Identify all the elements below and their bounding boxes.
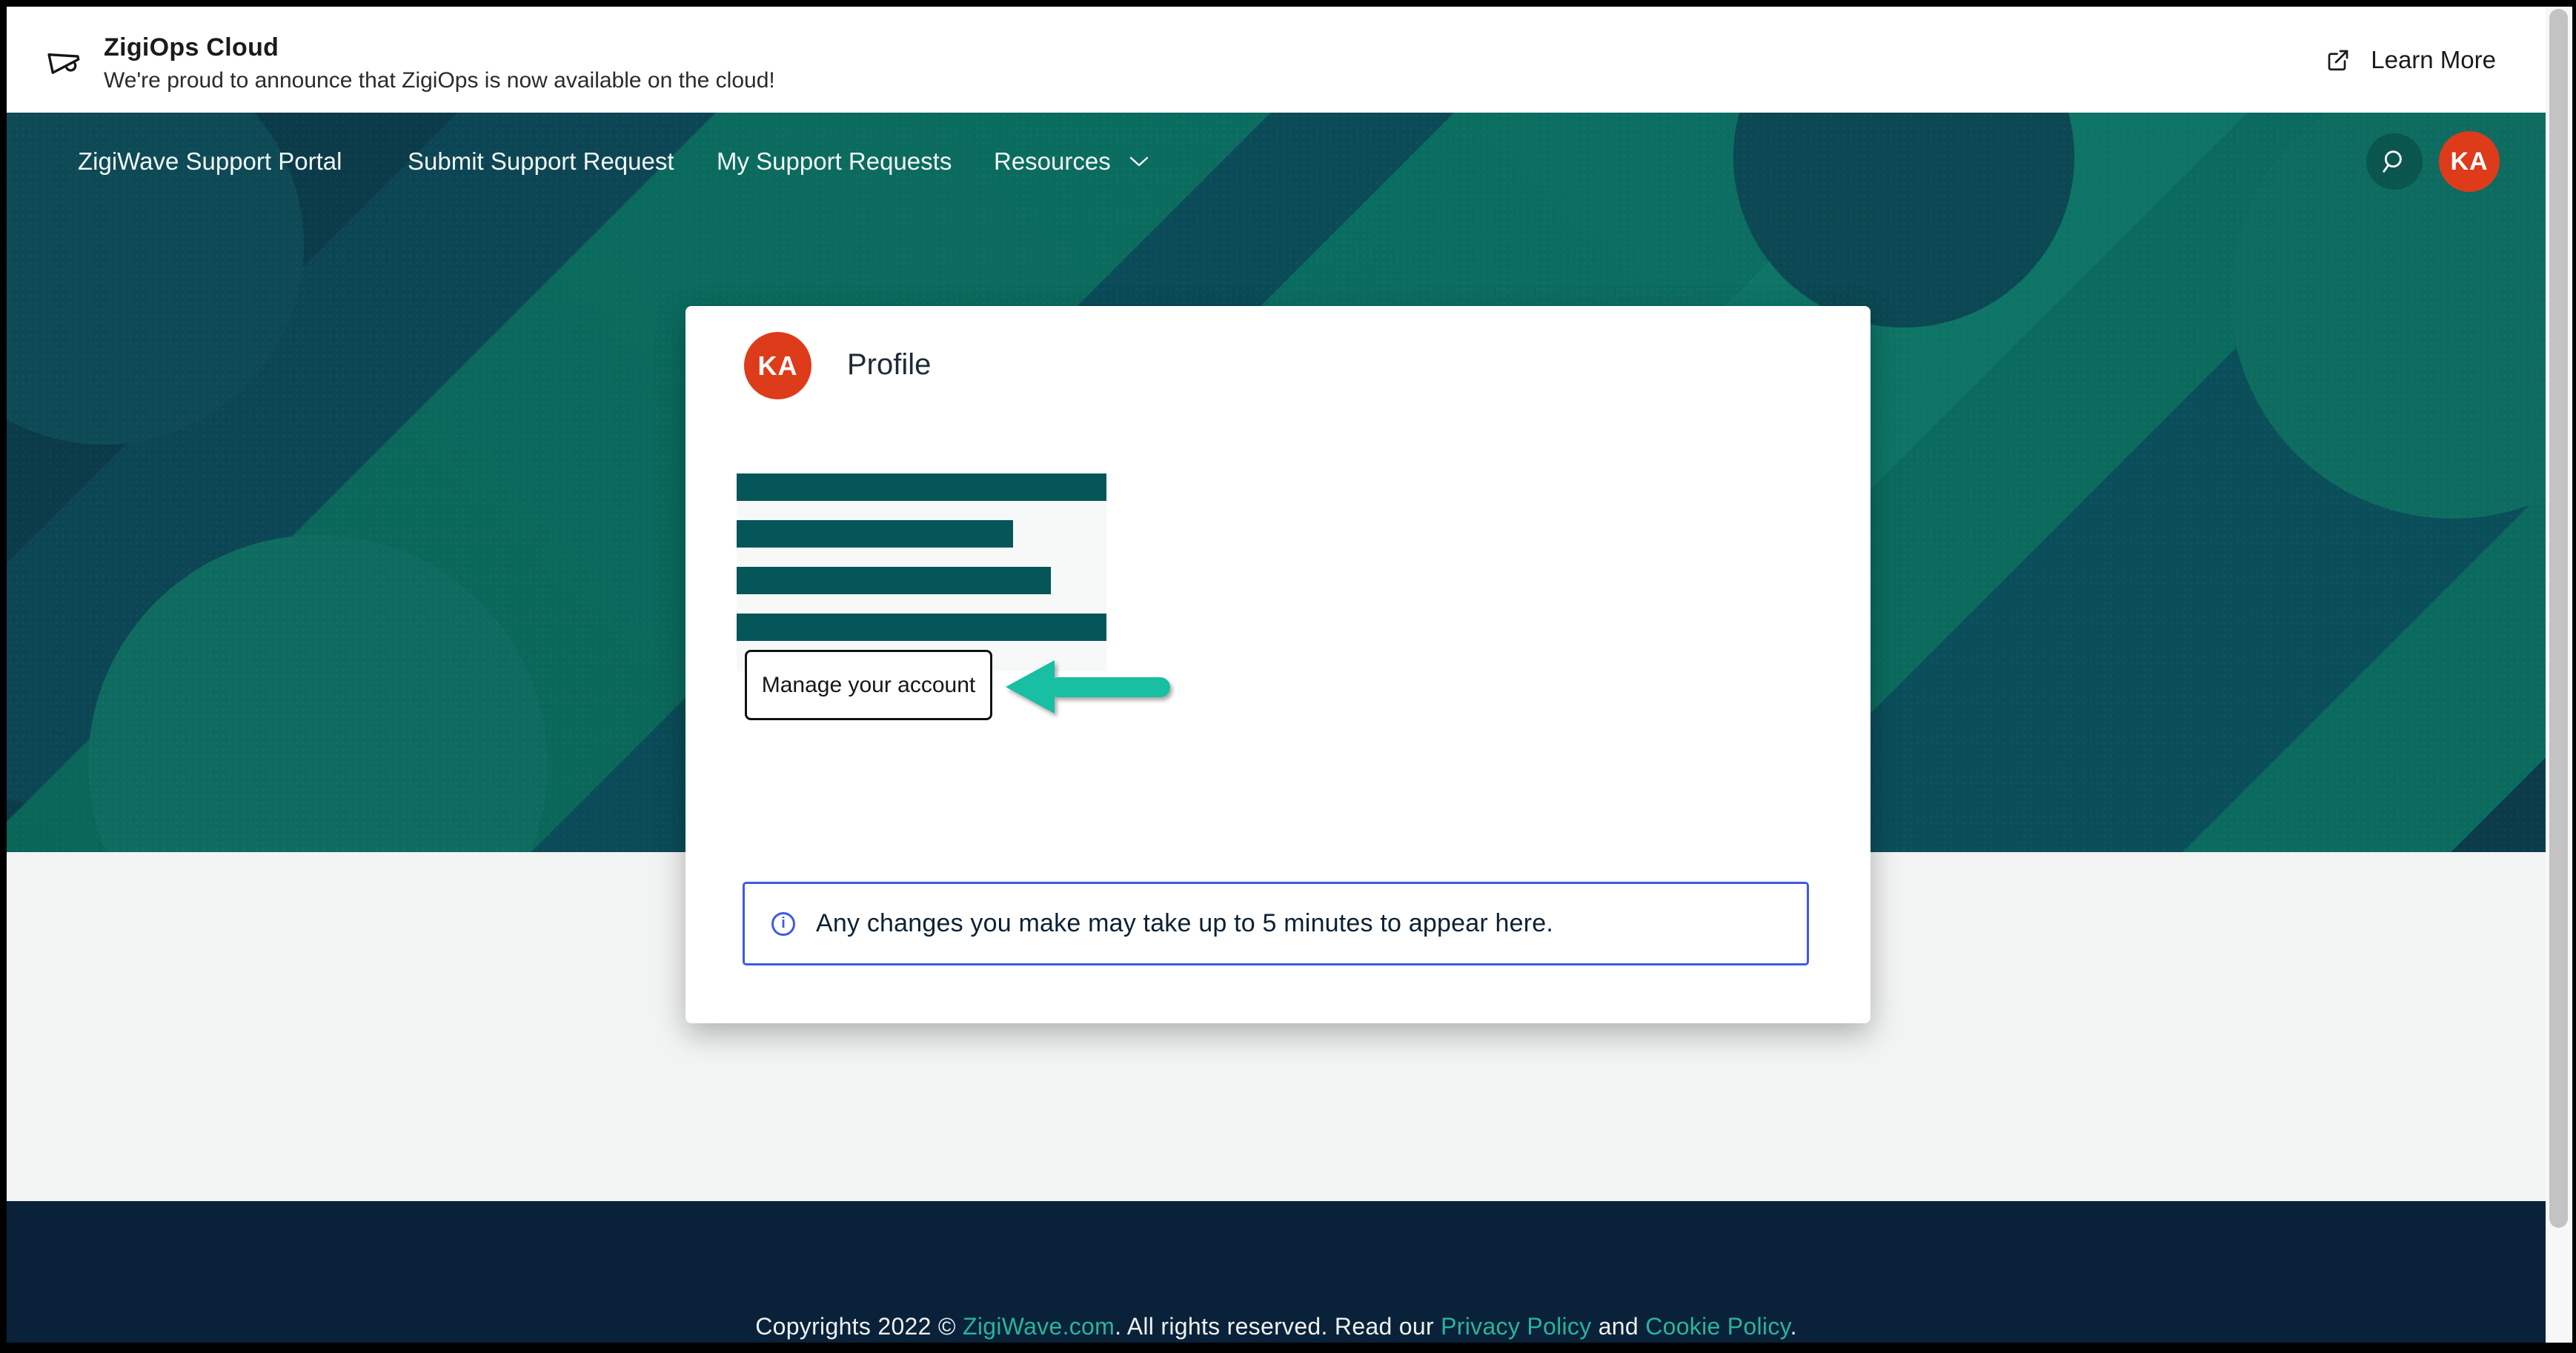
copyright-line: Copyrights 2022 © ZigiWave.com. All righ… — [755, 1313, 1797, 1340]
nav-item-submit-support-request[interactable]: Submit Support Request — [408, 147, 674, 176]
scrollbar-track[interactable] — [2546, 7, 2572, 1343]
redacted-text-bar — [737, 520, 1013, 548]
nav-item-my-support-requests[interactable]: My Support Requests — [717, 147, 952, 176]
profile-details-redacted — [737, 473, 1106, 671]
copyright-and: and — [1592, 1313, 1646, 1340]
manage-account-button[interactable]: Manage your account — [745, 650, 992, 720]
main-nav: ZigiWave Support Portal Submit Support R… — [7, 113, 2546, 210]
zigiwave-link[interactable]: ZigiWave.com — [963, 1313, 1115, 1340]
search-button[interactable] — [2366, 133, 2423, 190]
redacted-text-bar — [737, 614, 1106, 641]
info-message: Any changes you make may take up to 5 mi… — [816, 909, 1553, 938]
megaphone-icon — [46, 42, 83, 79]
profile-avatar: KA — [744, 332, 811, 399]
profile-card: KA Profile Manage your account i Any cha… — [686, 306, 1870, 1023]
profile-card-title: Profile — [847, 348, 931, 382]
screenshot-frame: ZigiOps Cloud We're proud to announce th… — [0, 0, 2576, 1353]
redacted-text-bar — [737, 473, 1106, 501]
info-banner: i Any changes you make may take up to 5 … — [743, 882, 1809, 965]
cookie-policy-link[interactable]: Cookie Policy — [1645, 1313, 1790, 1340]
nav-item-resources[interactable]: Resources — [994, 147, 1149, 176]
user-avatar[interactable]: KA — [2439, 131, 2500, 192]
page-footer: Copyrights 2022 © ZigiWave.com. All righ… — [7, 1201, 2546, 1343]
learn-more-label: Learn More — [2371, 46, 2496, 74]
announcement-text: ZigiOps Cloud We're proud to announce th… — [104, 33, 775, 93]
page-content: ZigiOps Cloud We're proud to announce th… — [7, 7, 2546, 1343]
announcement-title: ZigiOps Cloud — [104, 33, 775, 62]
external-link-icon — [2325, 47, 2351, 73]
nav-item-resources-label: Resources — [994, 147, 1111, 176]
privacy-policy-link[interactable]: Privacy Policy — [1441, 1313, 1591, 1340]
nav-right-actions: KA — [2366, 131, 2500, 192]
annotation-arrow — [1006, 656, 1173, 719]
copyright-middle: . All rights reserved. Read our — [1115, 1313, 1441, 1340]
announcement-subtitle: We're proud to announce that ZigiOps is … — [104, 68, 775, 93]
learn-more-link[interactable]: Learn More — [2325, 46, 2496, 74]
search-icon — [2380, 147, 2409, 176]
copyright-prefix: Copyrights 2022 © — [755, 1313, 963, 1340]
redacted-text-bar — [737, 567, 1051, 594]
browser-viewport: ZigiOps Cloud We're proud to announce th… — [7, 7, 2572, 1343]
scrollbar-thumb[interactable] — [2549, 9, 2568, 1228]
announcement-bar: ZigiOps Cloud We're proud to announce th… — [7, 7, 2546, 113]
nav-brand-home[interactable]: ZigiWave Support Portal — [78, 147, 342, 176]
info-icon: i — [771, 912, 795, 936]
copyright-suffix: . — [1790, 1313, 1797, 1340]
chevron-down-icon — [1129, 156, 1149, 167]
